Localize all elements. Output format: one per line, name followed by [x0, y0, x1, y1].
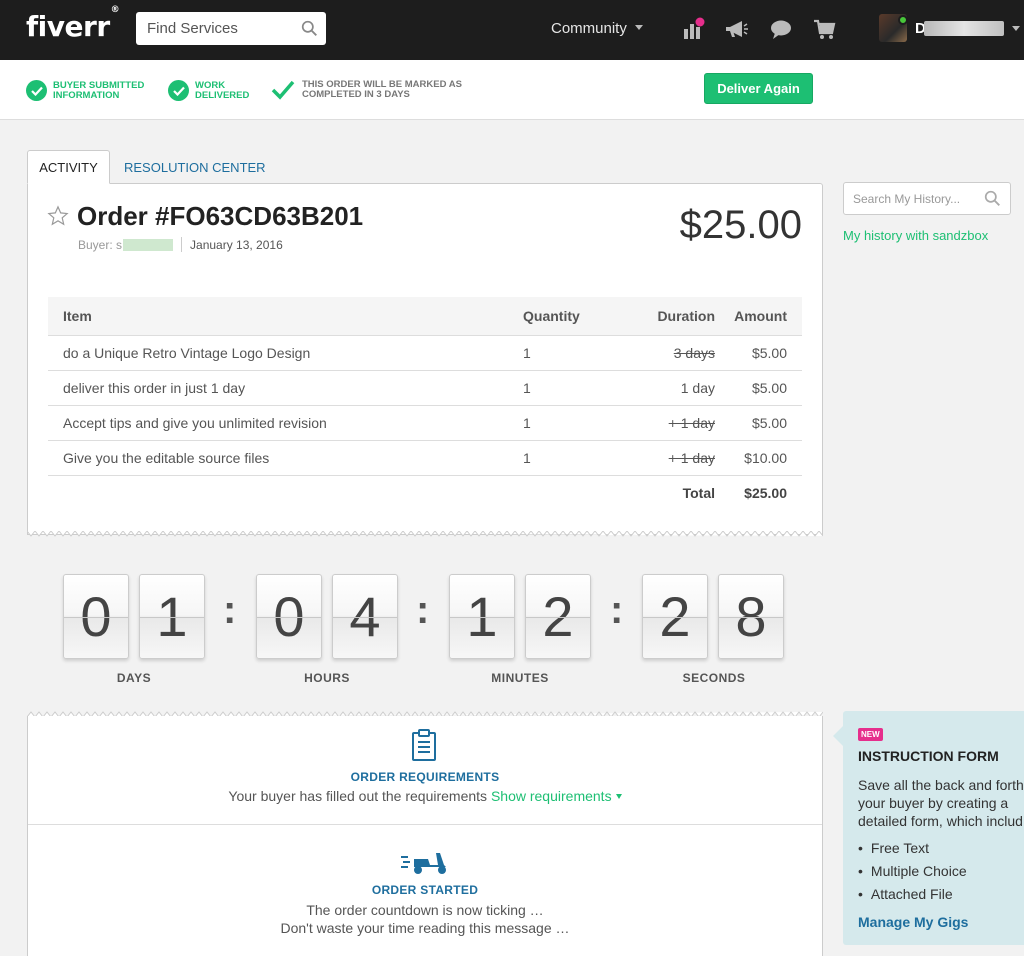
countdown-digit: 2 — [525, 574, 591, 659]
item-quantity: 1 — [523, 405, 627, 441]
promo-feature-list: Free Text Multiple Choice Attached File — [858, 839, 967, 908]
status-step-work-delivered: WORK DELIVERED — [168, 80, 249, 101]
fiverr-logo[interactable]: fiverr® — [26, 5, 120, 43]
order-started-line2: Don't waste your time reading this messa… — [280, 920, 570, 936]
countdown-digit: 2 — [642, 574, 708, 659]
promo-description: Save all the back and forth your buyer b… — [858, 777, 1024, 829]
promo-pointer — [833, 726, 843, 746]
chevron-down-icon — [634, 25, 643, 30]
total-row: Total $25.00 — [48, 475, 802, 510]
list-item: Attached File — [858, 885, 967, 908]
column-header-item: Item — [48, 297, 523, 336]
megaphone-icon[interactable] — [724, 17, 748, 41]
order-date: January 13, 2016 — [190, 237, 283, 252]
item-name: deliver this order in just 1 day — [48, 370, 523, 406]
countdown-separator: : — [223, 588, 237, 632]
history-search — [843, 182, 1011, 215]
online-status-dot — [898, 15, 908, 25]
item-quantity: 1 — [523, 335, 627, 371]
community-menu[interactable]: Community — [551, 20, 643, 37]
table-row: deliver this order in just 1 day 1 1 day… — [48, 370, 802, 406]
deliver-again-button[interactable]: Deliver Again — [704, 73, 813, 104]
countdown-label-hours: HOURS — [304, 671, 350, 685]
total-value: $25.00 — [744, 484, 787, 501]
top-navigation-bar: fiverr® Community D — [0, 0, 1024, 60]
scooter-icon — [401, 853, 446, 874]
promo-title: INSTRUCTION FORM — [858, 748, 999, 764]
favorite-star-icon[interactable] — [47, 205, 69, 227]
countdown-digit: 1 — [449, 574, 515, 659]
item-amount: $5.00 — [717, 335, 802, 371]
item-name: Give you the editable source files — [48, 440, 523, 476]
history-search-input[interactable] — [844, 183, 974, 214]
table-row: do a Unique Retro Vintage Logo Design 1 … — [48, 335, 802, 371]
countdown-separator: : — [610, 588, 624, 632]
item-duration: + 1 day — [627, 440, 717, 476]
item-duration: + 1 day — [627, 405, 717, 441]
column-header-duration: Duration — [627, 297, 717, 336]
order-started-line1: The order countdown is now ticking … — [306, 902, 544, 918]
order-status-bar: BUYER SUBMITTED INFORMATION WORK DELIVERED… — [0, 60, 1024, 120]
countdown-digit: 1 — [139, 574, 205, 659]
buyer-name-redacted — [123, 238, 174, 251]
clipboard-icon — [412, 729, 436, 761]
order-items-table: Item Quantity Duration Amount do a Uniqu… — [48, 297, 802, 510]
countdown-digit: 8 — [718, 574, 784, 659]
status-step-completion-notice: THIS ORDER WILL BE MARKED AS COMPLETED IN… — [271, 80, 462, 100]
table-row: Give you the editable source files 1 + 1… — [48, 440, 802, 476]
table-header-row: Item Quantity Duration Amount — [48, 297, 802, 336]
show-requirements-link[interactable]: Show requirements — [491, 788, 622, 804]
table-row: Accept tips and give you unlimited revis… — [48, 405, 802, 441]
item-name: do a Unique Retro Vintage Logo Design — [48, 335, 523, 371]
countdown-digit: 0 — [63, 574, 129, 659]
tab-activity[interactable]: ACTIVITY — [27, 150, 110, 184]
column-header-amount: Amount — [717, 297, 802, 336]
countdown-digit: 4 — [332, 574, 398, 659]
countdown-separator: : — [416, 588, 430, 632]
check-circle-icon — [168, 80, 189, 101]
order-requirements-title: ORDER REQUIREMENTS — [350, 770, 500, 784]
total-label: Total — [682, 484, 715, 501]
item-quantity: 1 — [523, 440, 627, 476]
new-badge: NEW — [858, 728, 883, 741]
status-step-buyer-submitted: BUYER SUBMITTED INFORMATION — [26, 80, 144, 101]
user-menu-chevron-icon[interactable] — [1012, 26, 1020, 31]
analytics-icon[interactable] — [681, 17, 705, 41]
item-amount: $10.00 — [717, 440, 802, 476]
countdown-label-minutes: MINUTES — [491, 671, 549, 685]
countdown-digit: 0 — [256, 574, 322, 659]
list-item: Multiple Choice — [858, 862, 967, 885]
search-icon[interactable] — [301, 20, 318, 37]
order-meta: Buyer: s January 13, 2016 — [78, 237, 283, 252]
column-header-quantity: Quantity — [523, 297, 627, 336]
buyer-label: Buyer: s — [78, 237, 123, 252]
manage-my-gigs-link[interactable]: Manage My Gigs — [858, 914, 968, 930]
history-with-user-link[interactable]: My history with sandzbox — [843, 228, 988, 243]
item-duration: 1 day — [627, 370, 717, 406]
search-icon[interactable] — [984, 190, 1001, 207]
countdown-label-seconds: SECONDS — [682, 671, 746, 685]
order-started-title: ORDER STARTED — [371, 883, 479, 897]
item-amount: $5.00 — [717, 370, 802, 406]
item-duration: 3 days — [627, 335, 717, 371]
order-title: Order #FO63CD63B201 — [77, 201, 364, 231]
list-item: Free Text — [858, 839, 967, 862]
checkmark-icon — [271, 80, 295, 100]
search-input[interactable] — [136, 12, 286, 45]
countdown-label-days: DAYS — [116, 671, 152, 685]
caret-down-icon — [615, 794, 622, 799]
username-redacted — [924, 21, 1004, 36]
zigzag-edge — [27, 531, 823, 537]
cart-icon[interactable] — [813, 17, 837, 41]
item-name: Accept tips and give you unlimited revis… — [48, 405, 523, 441]
order-requirements-text: Your buyer has filled out the requiremen… — [27, 788, 823, 804]
chat-icon[interactable] — [769, 17, 793, 41]
find-services-search — [136, 12, 326, 45]
tab-resolution-center[interactable]: RESOLUTION CENTER — [124, 150, 266, 184]
item-quantity: 1 — [523, 370, 627, 406]
item-amount: $5.00 — [717, 405, 802, 441]
check-circle-icon — [26, 80, 47, 101]
order-price: $25.00 — [679, 203, 802, 247]
